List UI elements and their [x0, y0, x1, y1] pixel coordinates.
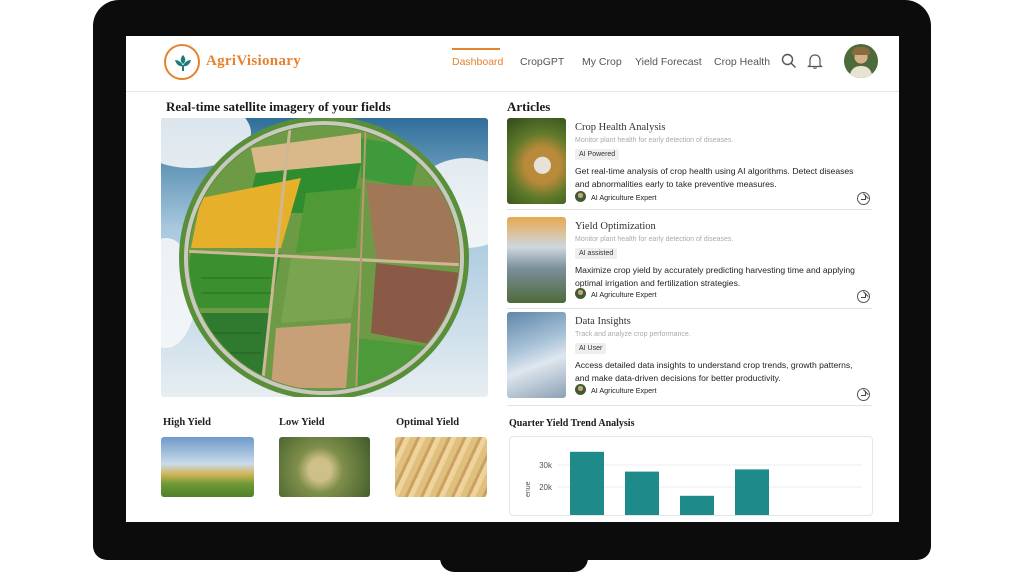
- articles-title: Articles: [507, 99, 551, 114]
- chart-card: 20k 30k enue: [509, 436, 873, 516]
- article-subtitle: Monitor plant health for early detection…: [575, 236, 734, 243]
- low-yield-label: Low Yield: [279, 417, 325, 428]
- chart-bar[interactable]: [680, 495, 714, 516]
- nav-active-indicator: [452, 48, 500, 50]
- high-yield-label: High Yield: [163, 417, 211, 428]
- chart-bar[interactable]: [570, 451, 604, 516]
- chart-bar[interactable]: [735, 469, 769, 516]
- author-avatar: [575, 384, 586, 395]
- app-screen: AgriVisionary Dashboard CropGPT My Crop …: [126, 36, 899, 522]
- article-title: Data Insights: [575, 316, 631, 327]
- article-title: Yield Optimization: [575, 221, 656, 232]
- article-tag: AI assisted: [575, 248, 618, 259]
- article-image: [507, 312, 566, 398]
- article-image: [507, 217, 566, 303]
- arrow-down-right-icon[interactable]: [857, 290, 870, 303]
- brand-name[interactable]: AgriVisionary: [206, 53, 301, 70]
- article-image: [507, 118, 566, 204]
- article-card[interactable]: Data Insights Track and analyze crop per…: [507, 312, 872, 406]
- article-tag: AI Powered: [575, 149, 620, 160]
- author-avatar: [575, 191, 586, 202]
- article-subtitle: Monitor plant health for early detection…: [575, 137, 734, 144]
- article-tag: AI User: [575, 343, 607, 354]
- article-title: Crop Health Analysis: [575, 122, 666, 133]
- article-subtitle: Track and analyze crop performance.: [575, 331, 691, 338]
- chart-bar[interactable]: [625, 471, 659, 516]
- nav-cropgpt[interactable]: CropGPT: [520, 56, 564, 68]
- y-axis-label: enue: [525, 481, 532, 497]
- satellite-section-title: Real-time satellite imagery of your fiel…: [166, 99, 391, 114]
- laptop-base: [440, 556, 588, 572]
- article-author: AI Agriculture Expert: [591, 290, 657, 299]
- article-description: Maximize crop yield by accurately predic…: [575, 265, 855, 288]
- optimal-yield-label: Optimal Yield: [396, 417, 460, 428]
- arrow-down-right-icon[interactable]: [857, 192, 870, 205]
- article-author: AI Agriculture Expert: [591, 386, 657, 395]
- bell-icon[interactable]: [806, 52, 824, 70]
- optimal-yield-image[interactable]: [395, 437, 487, 497]
- low-yield-image[interactable]: [279, 437, 370, 497]
- arrow-down-right-icon[interactable]: [857, 388, 870, 401]
- satellite-image[interactable]: [161, 118, 488, 397]
- article-card[interactable]: Crop Health Analysis Monitor plant healt…: [507, 118, 872, 210]
- nav-dashboard[interactable]: Dashboard: [452, 56, 503, 68]
- search-icon[interactable]: [780, 52, 798, 70]
- author-avatar: [575, 288, 586, 299]
- quarter-yield-chart: 20k 30k enue: [525, 451, 862, 516]
- avatar[interactable]: [844, 44, 878, 78]
- y-tick-label: 20k: [539, 483, 553, 492]
- high-yield-image[interactable]: [161, 437, 254, 497]
- logo-icon[interactable]: [164, 44, 200, 80]
- nav-yield-forecast[interactable]: Yield Forecast: [635, 56, 702, 68]
- article-description: Access detailed data insights to underst…: [575, 360, 853, 383]
- chart-title: Quarter Yield Trend Analysis: [509, 418, 635, 429]
- top-navbar: AgriVisionary Dashboard CropGPT My Crop …: [126, 36, 899, 92]
- article-description: Get real-time analysis of crop health us…: [575, 166, 854, 189]
- y-tick-label: 30k: [539, 461, 553, 470]
- nav-crop-health[interactable]: Crop Health: [714, 56, 770, 68]
- nav-my-crop[interactable]: My Crop: [582, 56, 622, 68]
- article-author: AI Agriculture Expert: [591, 193, 657, 202]
- article-card[interactable]: Yield Optimization Monitor plant health …: [507, 217, 872, 309]
